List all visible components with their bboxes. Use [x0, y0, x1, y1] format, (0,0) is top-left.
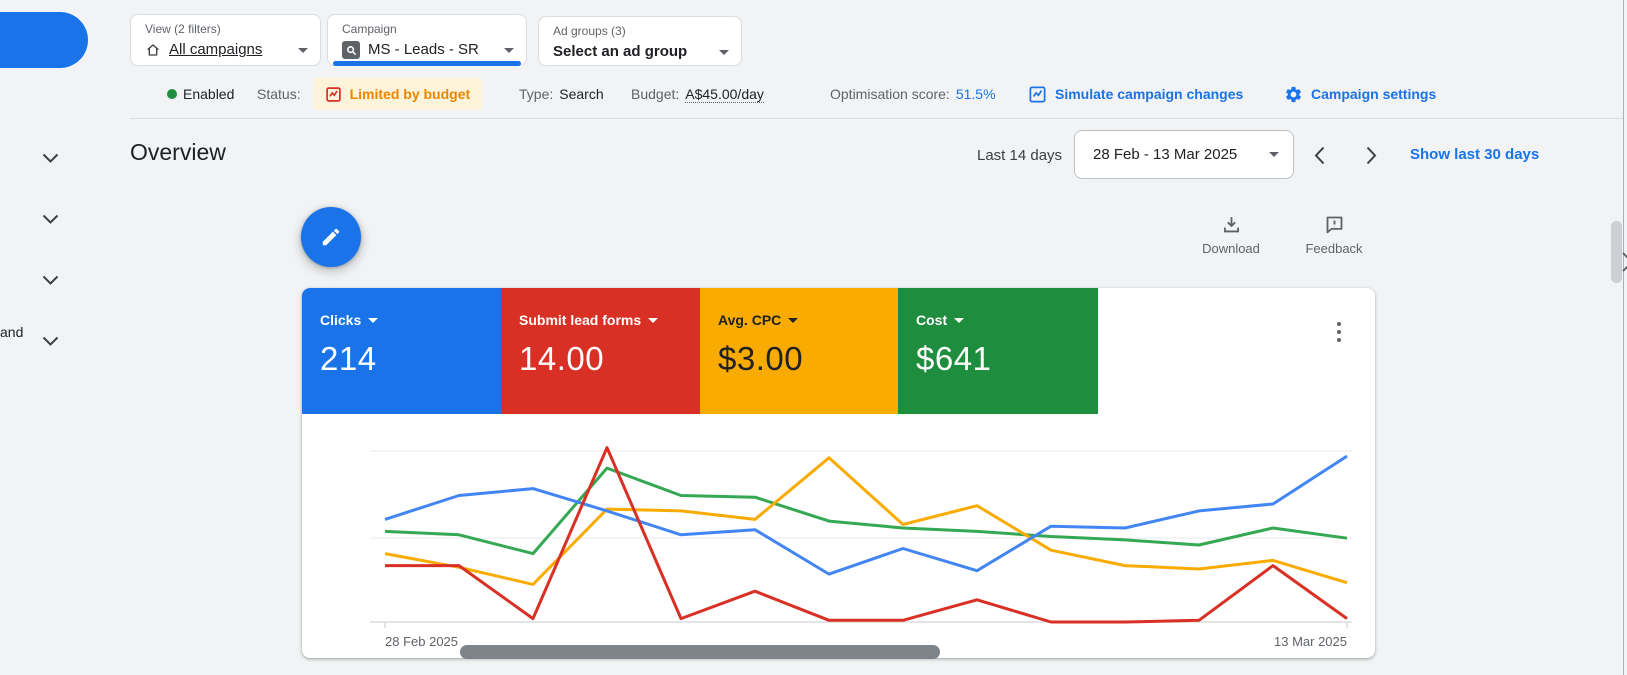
card-overflow-menu-button[interactable] — [1333, 318, 1345, 346]
gear-icon — [1284, 85, 1303, 104]
date-range-label: Last 14 days — [977, 147, 1062, 164]
metric-card-clicks[interactable]: Clicks 214 — [302, 288, 501, 414]
adgroups-dropdown-label: Ad groups (3) — [553, 23, 729, 40]
metric-card-avg-cpc[interactable]: Avg. CPC $3.00 — [700, 288, 898, 414]
chevron-down-icon[interactable] — [42, 275, 59, 286]
chevron-down-icon — [368, 318, 378, 323]
view-filter-value: All campaigns — [169, 38, 262, 62]
chevron-down-icon — [719, 50, 729, 55]
previous-period-button[interactable] — [1309, 144, 1329, 166]
campaign-settings-label: Campaign settings — [1311, 86, 1436, 102]
campaign-dropdown[interactable]: Campaign MS - Leads - SR — [327, 14, 527, 66]
budget-label: Budget: — [631, 86, 679, 102]
google-ads-overview-screen: and View (2 filters) All campaigns Campa… — [0, 0, 1627, 675]
chevron-down-icon[interactable] — [42, 214, 59, 225]
status-badge: Limited by budget — [350, 86, 471, 102]
next-period-button[interactable] — [1361, 144, 1381, 166]
type-value: Search — [559, 86, 603, 102]
metric-label: Submit lead forms — [519, 312, 641, 328]
feedback-button[interactable]: Feedback — [1297, 214, 1371, 256]
clipped-primary-button[interactable] — [0, 12, 88, 68]
chart-line-submit-lead-forms — [385, 448, 1347, 622]
campaign-selected-indicator — [333, 61, 521, 66]
chevron-down-icon — [298, 48, 308, 53]
horizontal-scrollbar-thumb[interactable] — [460, 645, 940, 659]
limited-by-budget-chip[interactable]: Limited by budget — [313, 78, 483, 110]
budget-group: Budget: A$45.00/day — [631, 78, 764, 110]
budget-chart-icon — [325, 86, 342, 103]
chart-line-avg-cpc — [385, 458, 1347, 585]
enabled-dot-icon — [167, 89, 177, 99]
metric-value: 14.00 — [519, 340, 700, 378]
date-range-picker[interactable]: 28 Feb - 13 Mar 2025 — [1074, 130, 1294, 179]
clipped-sidebar-text: and — [0, 324, 23, 340]
simulate-campaign-changes-button[interactable]: Simulate campaign changes — [1028, 78, 1243, 110]
chart-line-clicks — [385, 456, 1347, 574]
status-group: Status: Limited by budget — [257, 78, 482, 110]
campaign-dropdown-value: MS - Leads - SR — [368, 38, 479, 62]
simulate-chart-icon — [1028, 85, 1047, 104]
edit-button[interactable] — [301, 207, 361, 267]
chevron-down-icon[interactable] — [42, 153, 59, 164]
metric-value: $641 — [916, 340, 1098, 378]
feedback-label: Feedback — [1305, 241, 1362, 256]
adgroups-dropdown[interactable]: Ad groups (3) Select an ad group — [538, 16, 742, 66]
optimisation-score-value[interactable]: 51.5% — [956, 86, 996, 102]
overview-chart: 28 Feb 2025 13 Mar 2025 — [302, 420, 1375, 658]
type-label: Type: — [519, 86, 553, 102]
metric-label: Cost — [916, 312, 947, 328]
overview-chart-card: Clicks 214 Submit lead forms 14.00 Avg. … — [302, 288, 1375, 658]
home-icon — [145, 42, 161, 58]
search-campaign-icon — [342, 41, 360, 59]
optimisation-score-group: Optimisation score: 51.5% — [830, 78, 996, 110]
adgroups-dropdown-value: Select an ad group — [553, 40, 687, 64]
download-icon — [1221, 214, 1242, 235]
budget-value[interactable]: A$45.00/day — [685, 86, 764, 103]
chart-xlabel-left: 28 Feb 2025 — [385, 634, 458, 649]
view-filter-dropdown[interactable]: View (2 filters) All campaigns — [130, 14, 321, 66]
header-divider — [130, 118, 1623, 119]
campaign-state: Enabled — [167, 78, 234, 110]
show-last-30-days-link[interactable]: Show last 30 days — [1410, 146, 1539, 163]
page-title: Overview — [130, 139, 226, 166]
optimisation-score-label: Optimisation score: — [830, 86, 950, 102]
download-label: Download — [1202, 241, 1260, 256]
metric-cards-row: Clicks 214 Submit lead forms 14.00 Avg. … — [302, 288, 1375, 414]
metric-card-cost[interactable]: Cost $641 — [898, 288, 1098, 414]
metric-card-submit-lead-forms[interactable]: Submit lead forms 14.00 — [501, 288, 700, 414]
metric-value: 214 — [320, 340, 501, 378]
download-button[interactable]: Download — [1194, 214, 1268, 256]
chevron-down-icon — [648, 318, 658, 323]
clipped-expand-chevron-icon[interactable] — [1620, 250, 1627, 274]
metric-label: Clicks — [320, 312, 361, 328]
chevron-down-icon[interactable] — [42, 336, 59, 347]
right-panel-border — [1623, 0, 1624, 675]
type-group: Type: Search — [519, 78, 604, 110]
campaign-settings-button[interactable]: Campaign settings — [1284, 78, 1436, 110]
campaign-dropdown-label: Campaign — [342, 21, 514, 38]
simulate-campaign-changes-label: Simulate campaign changes — [1055, 86, 1243, 102]
campaign-state-text: Enabled — [183, 86, 234, 102]
metric-label: Avg. CPC — [718, 312, 781, 328]
chart-xlabel-right: 13 Mar 2025 — [1274, 634, 1347, 649]
chevron-down-icon — [504, 48, 514, 53]
feedback-icon — [1324, 214, 1345, 235]
pencil-icon — [320, 226, 342, 248]
view-filter-label: View (2 filters) — [145, 21, 308, 38]
metric-value: $3.00 — [718, 340, 898, 378]
status-label: Status: — [257, 86, 301, 102]
chevron-down-icon — [788, 318, 798, 323]
chevron-down-icon — [954, 318, 964, 323]
chevron-down-icon — [1269, 152, 1279, 157]
date-range-value: 28 Feb - 13 Mar 2025 — [1093, 146, 1237, 163]
